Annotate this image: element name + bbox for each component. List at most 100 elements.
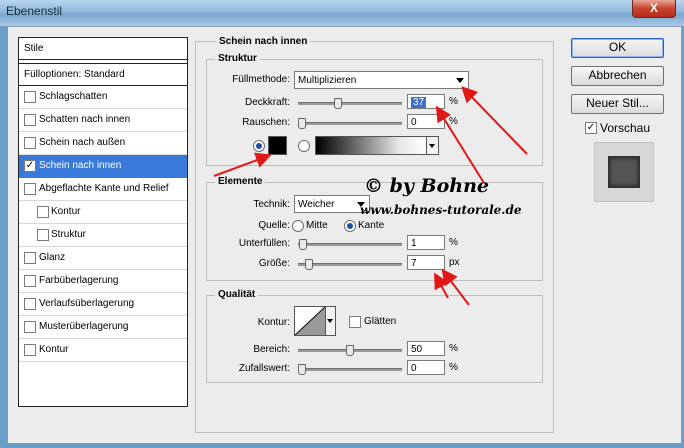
size-label: Größe:: [258, 258, 290, 269]
list-item[interactable]: Schatten nach innen: [19, 109, 187, 132]
noise-unit: %: [449, 116, 458, 127]
effect-label: Kontur: [39, 344, 69, 355]
list-item[interactable]: Kontur: [19, 201, 187, 224]
opacity-slider-thumb[interactable]: [334, 98, 342, 109]
effect-label: Musterüberlagerung: [39, 321, 129, 332]
effects-list: Schlagschatten Schatten nach innen Schein …: [19, 86, 187, 362]
effect-label: Schlagschatten: [39, 91, 108, 102]
effect-checkbox[interactable]: [37, 229, 49, 241]
effect-checkbox[interactable]: [37, 206, 49, 218]
jitter-unit: %: [449, 362, 458, 373]
tutorial-url: www.bohnes-tutorale.de: [360, 203, 522, 217]
effect-checkbox[interactable]: [24, 91, 36, 103]
list-item[interactable]: Schein nach außen: [19, 132, 187, 155]
effect-label: Schatten nach innen: [39, 114, 131, 125]
contour-label: Kontur:: [257, 317, 290, 328]
range-label: Bereich:: [253, 344, 290, 355]
noise-slider-thumb[interactable]: [298, 118, 306, 129]
size-slider-thumb[interactable]: [305, 259, 313, 270]
chevron-down-icon: [429, 144, 435, 148]
list-item[interactable]: Farbüberlagerung: [19, 270, 187, 293]
effect-checkbox[interactable]: [24, 252, 36, 264]
range-slider[interactable]: [298, 345, 402, 356]
choke-unit: %: [449, 237, 458, 248]
contour-preview[interactable]: [294, 306, 326, 336]
effect-checkbox[interactable]: [24, 114, 36, 126]
chevron-down-icon: [327, 319, 333, 323]
struktur-title: Struktur: [215, 53, 260, 64]
list-item[interactable]: Glanz: [19, 247, 187, 270]
list-item[interactable]: Verlaufsüberlagerung: [19, 293, 187, 316]
gradient-preview[interactable]: [315, 136, 427, 155]
list-item[interactable]: Kontur: [19, 339, 187, 362]
source-edge-label[interactable]: Kante: [358, 220, 384, 231]
close-button[interactable]: X: [632, 0, 676, 18]
blending-options-item[interactable]: Fülloptionen: Standard: [19, 64, 187, 86]
list-item[interactable]: Struktur: [19, 224, 187, 247]
effect-checkbox[interactable]: [24, 321, 36, 333]
effect-label: Farbüberlagerung: [39, 275, 119, 286]
qualitaet-title: Qualität: [215, 289, 259, 300]
list-item[interactable]: Musterüberlagerung: [19, 316, 187, 339]
technique-select[interactable]: Weicher: [294, 195, 370, 213]
jitter-slider-thumb[interactable]: [298, 364, 306, 375]
styles-header[interactable]: Stile: [19, 38, 187, 60]
noise-slider[interactable]: [298, 118, 402, 129]
list-item[interactable]: ✓ Schein nach innen: [19, 155, 187, 178]
opacity-slider[interactable]: [298, 98, 402, 109]
effect-label: Glanz: [39, 252, 66, 263]
list-item[interactable]: Abgeflachte Kante und Relief: [19, 178, 187, 201]
source-center-label[interactable]: Mitte: [306, 220, 328, 231]
effect-checkbox[interactable]: [24, 298, 36, 310]
effect-checkbox[interactable]: [24, 344, 36, 356]
effect-checkbox[interactable]: ✓: [24, 160, 36, 172]
noise-input[interactable]: 0: [407, 114, 445, 129]
ok-button[interactable]: OK: [571, 38, 664, 58]
antialias-checkbox[interactable]: [349, 316, 361, 328]
choke-input[interactable]: 1: [407, 235, 445, 250]
choke-label: Unterfüllen:: [238, 238, 290, 249]
credit-watermark: © by Bohne: [364, 175, 490, 197]
blend-mode-select[interactable]: Multiplizieren: [294, 71, 469, 89]
contour-picker-button[interactable]: [325, 306, 336, 336]
choke-slider-thumb[interactable]: [299, 239, 307, 250]
preview-label[interactable]: Vorschau: [600, 121, 650, 135]
preview-swatch: [608, 156, 640, 188]
title-bar: Ebenenstil X: [0, 0, 684, 26]
effect-checkbox[interactable]: [24, 275, 36, 287]
size-input[interactable]: 7: [407, 255, 445, 270]
antialias-label[interactable]: Glätten: [364, 316, 396, 327]
source-center-radio[interactable]: [292, 220, 304, 232]
source-edge-radio[interactable]: [344, 220, 356, 232]
technique-label: Technik:: [253, 199, 290, 210]
opacity-label: Deckkraft:: [244, 97, 290, 108]
effect-label: Abgeflachte Kante und Relief: [39, 183, 169, 194]
gradient-picker-button[interactable]: [426, 136, 439, 155]
list-item[interactable]: Schlagschatten: [19, 86, 187, 109]
preview-checkbox[interactable]: ✓: [585, 122, 597, 134]
chevron-down-icon: [456, 78, 464, 83]
glow-color-swatch[interactable]: [268, 136, 287, 155]
jitter-input[interactable]: 0: [407, 360, 445, 375]
gradient-mode-radio[interactable]: [298, 140, 310, 152]
panel-title: Schein nach innen: [216, 36, 311, 47]
elemente-title: Elemente: [215, 176, 266, 187]
opacity-value: 37: [411, 97, 427, 108]
effect-checkbox[interactable]: [24, 183, 36, 195]
opacity-input[interactable]: 37: [407, 94, 445, 109]
color-mode-radio[interactable]: [253, 140, 265, 152]
size-unit: px: [449, 257, 460, 268]
cancel-button[interactable]: Abbrechen: [571, 66, 664, 86]
jitter-label: Zufallswert:: [238, 363, 290, 374]
contour-curve-icon: [295, 307, 325, 335]
blend-mode-label: Füllmethode:: [232, 74, 290, 85]
source-label: Quelle:: [258, 220, 290, 231]
jitter-slider[interactable]: [298, 364, 402, 375]
range-slider-thumb[interactable]: [346, 345, 354, 356]
effect-label: Schein nach außen: [39, 137, 126, 148]
new-style-button[interactable]: Neuer Stil...: [571, 94, 664, 114]
range-input[interactable]: 50: [407, 341, 445, 356]
choke-slider[interactable]: [298, 239, 402, 250]
effect-checkbox[interactable]: [24, 137, 36, 149]
size-slider[interactable]: [298, 259, 402, 270]
